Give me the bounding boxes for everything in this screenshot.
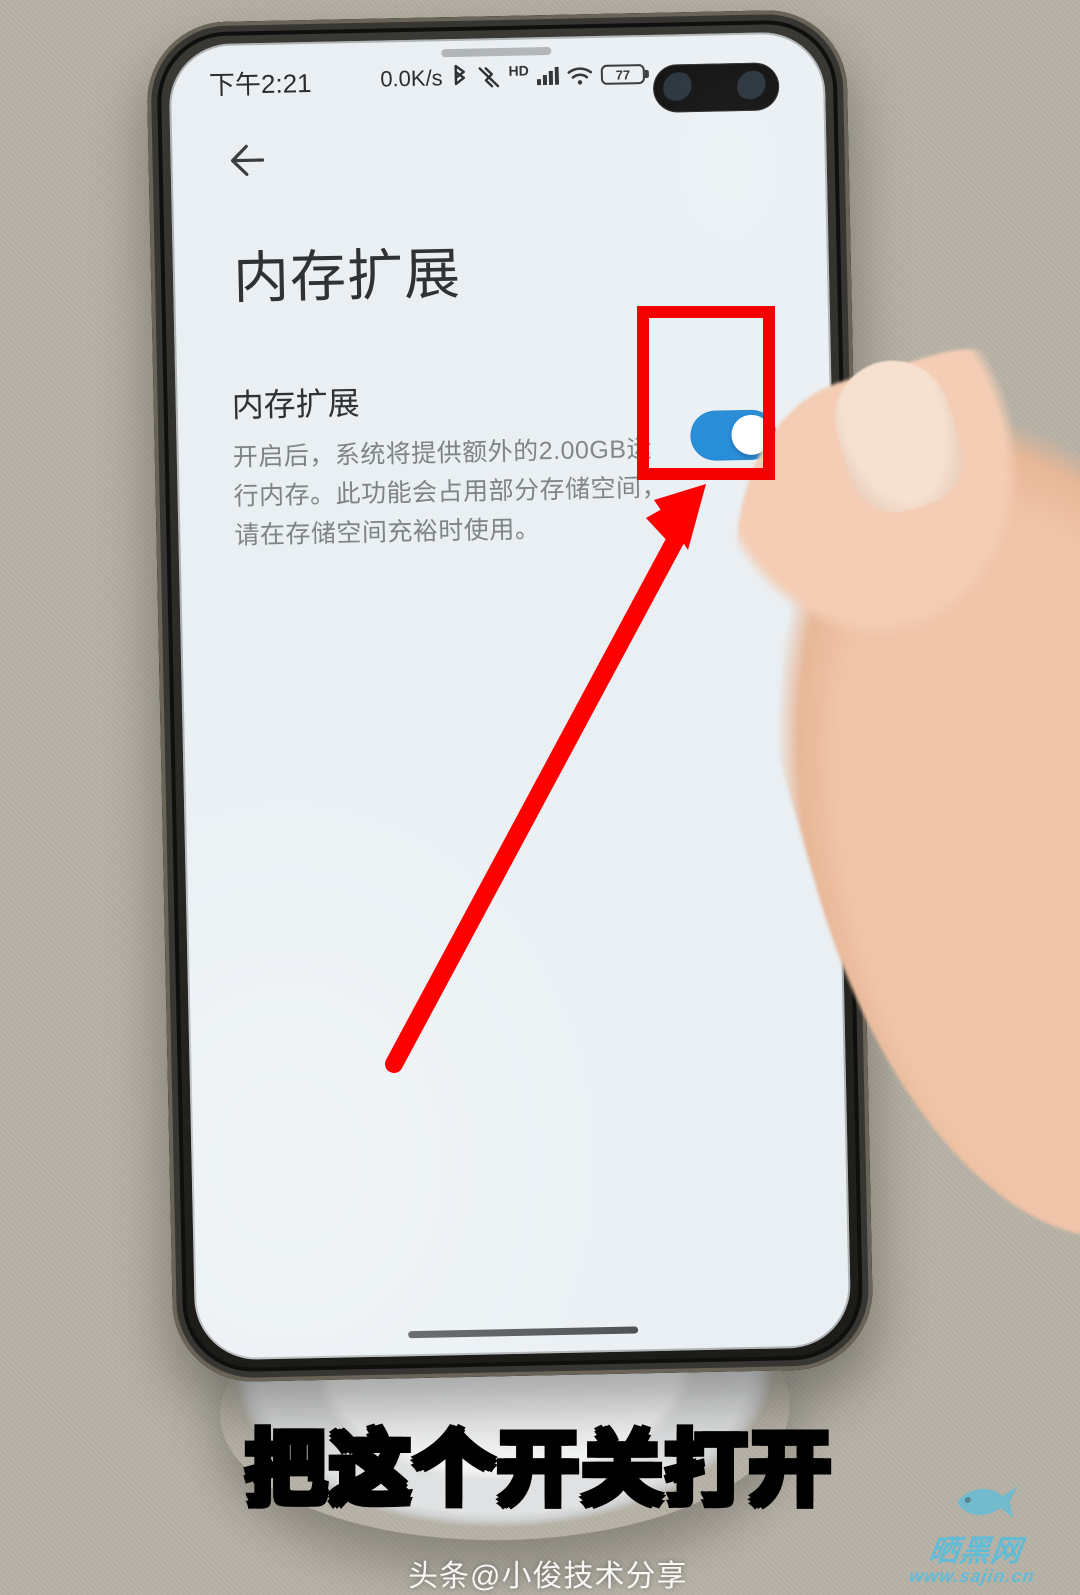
memory-extension-toggle[interactable] xyxy=(690,409,777,461)
setting-description: 开启后，系统将提供额外的2.00GB运行内存。此功能会占用部分存储空间，请在存储… xyxy=(232,430,668,555)
status-net-speed: 0.0K/s xyxy=(380,65,443,92)
hd-voice-indicator: HD xyxy=(508,62,529,78)
wifi-icon xyxy=(567,65,593,86)
battery-indicator: 77 xyxy=(601,64,645,85)
cell-signal-icon xyxy=(537,67,559,85)
status-bar: 下午2:21 0.0K/s HD xyxy=(168,31,825,123)
page-title: 内存扩展 xyxy=(232,222,774,314)
bluetooth-icon xyxy=(450,65,469,91)
battery-percent: 77 xyxy=(615,67,630,82)
phone-frame: 下午2:21 0.0K/s HD xyxy=(146,9,874,1383)
setting-text-block: 内存扩展 开启后，系统将提供额外的2.00GB运行内存。此功能会占用部分存储空间… xyxy=(231,372,669,555)
source-attribution: 头条@小俊技术分享 xyxy=(408,1551,687,1595)
instruction-caption: 把这个开关打开 xyxy=(0,1405,1080,1521)
settings-page: 内存扩展 内存扩展 开启后，系统将提供额外的2.00GB运行内存。此功能会占用部… xyxy=(170,113,835,556)
back-button[interactable] xyxy=(226,125,287,196)
vibrate-icon xyxy=(476,65,500,89)
setting-title: 内存扩展 xyxy=(231,372,666,427)
home-indicator[interactable] xyxy=(408,1326,638,1338)
phone-screen: 下午2:21 0.0K/s HD xyxy=(168,31,851,1360)
memory-extension-row[interactable]: 内存扩展 开启后，系统将提供额外的2.00GB运行内存。此功能会占用部分存储空间… xyxy=(231,369,779,555)
arrow-left-icon xyxy=(226,142,267,179)
